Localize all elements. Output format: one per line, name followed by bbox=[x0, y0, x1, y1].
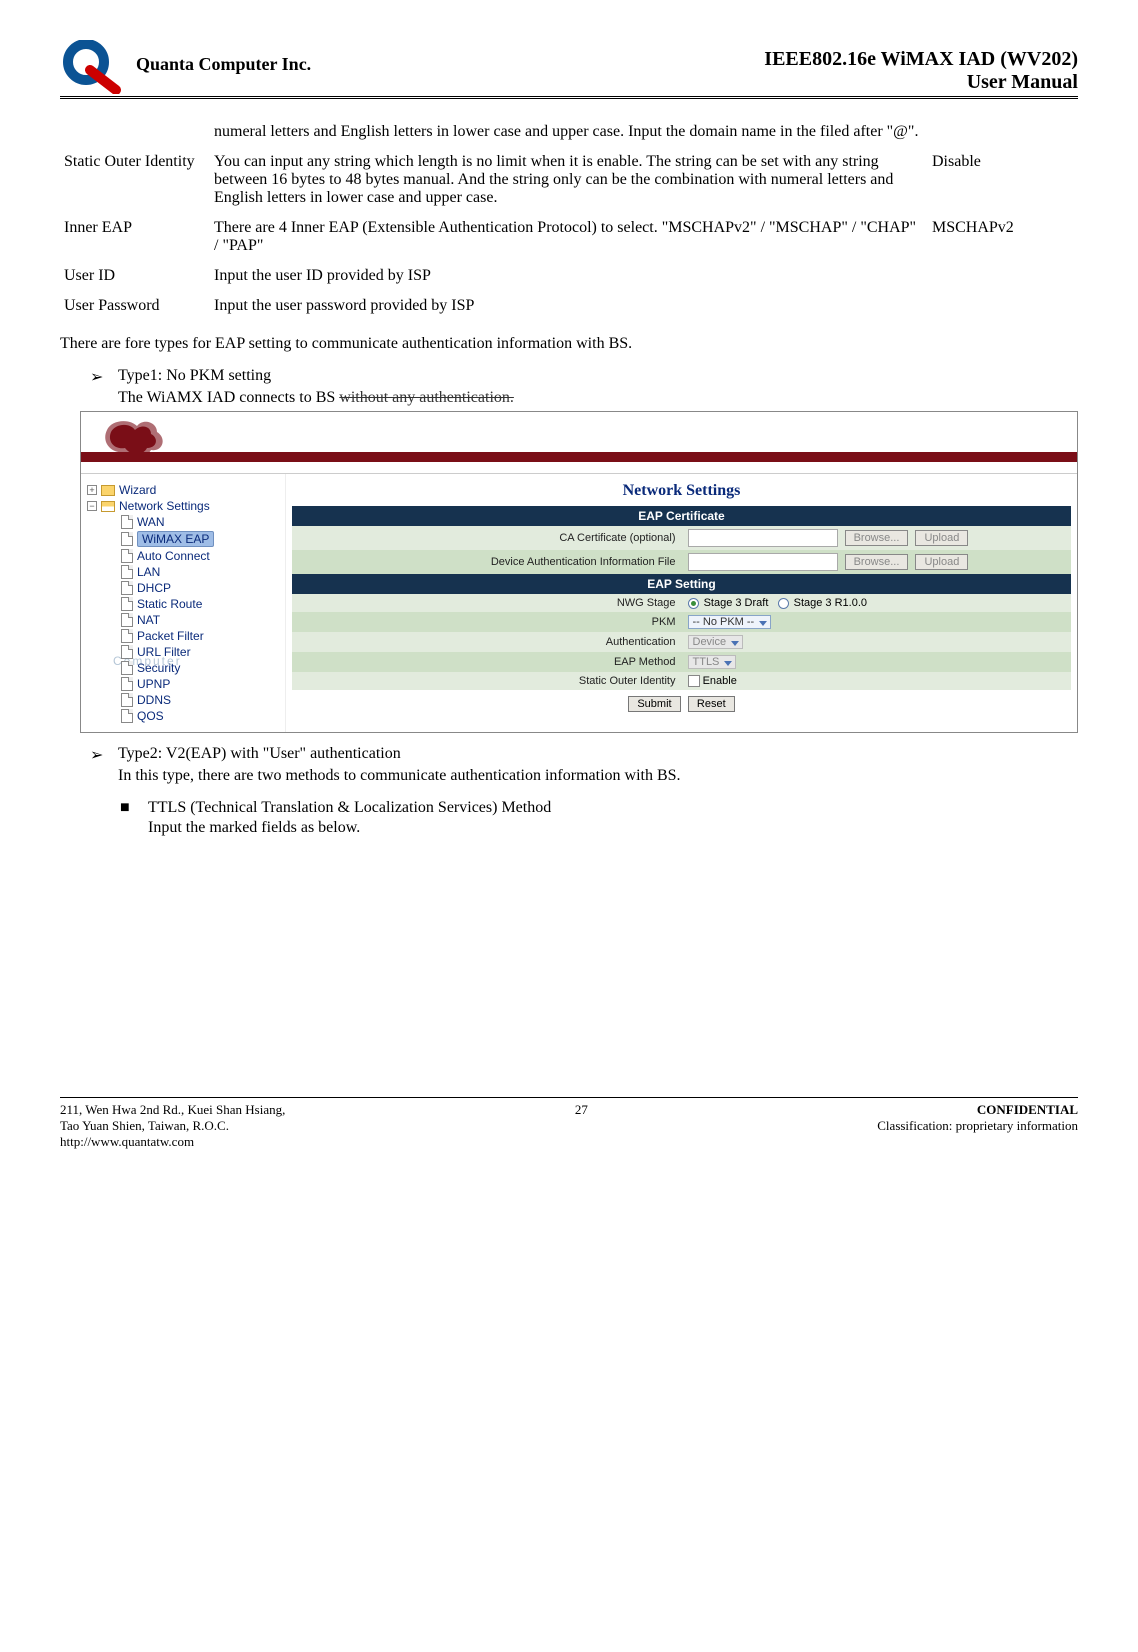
device-auth-input[interactable] bbox=[688, 553, 838, 571]
folder-open-icon bbox=[101, 501, 115, 512]
tree-item-wan[interactable]: WAN bbox=[137, 515, 165, 529]
page-icon bbox=[121, 565, 133, 579]
ca-cert-input[interactable] bbox=[688, 529, 838, 547]
tree-collapse-icon[interactable]: − bbox=[87, 501, 97, 511]
param-name: User ID bbox=[60, 261, 210, 291]
upload-button[interactable]: Upload bbox=[915, 554, 968, 570]
param-default: MSCHAPv2 bbox=[928, 213, 1078, 261]
square-bullet-icon: ■ bbox=[120, 799, 148, 817]
panel-title: Network Settings bbox=[292, 482, 1071, 500]
quanta-logo-icon bbox=[60, 40, 124, 94]
param-name: Static Outer Identity bbox=[60, 147, 210, 213]
tree-item-wimax-eap[interactable]: WiMAX EAP bbox=[137, 531, 214, 547]
field-label: Authentication bbox=[292, 632, 682, 652]
upload-button[interactable]: Upload bbox=[915, 530, 968, 546]
reset-button[interactable]: Reset bbox=[688, 696, 735, 712]
param-default: Disable bbox=[928, 147, 1078, 213]
bullet-icon: ➢ bbox=[90, 745, 118, 765]
field-label: CA Certificate (optional) bbox=[292, 526, 682, 550]
footer-address: 211, Wen Hwa 2nd Rd., Kuei Shan Hsiang, bbox=[60, 1102, 285, 1118]
paragraph: There are fore types for EAP setting to … bbox=[60, 335, 1078, 353]
param-name: Inner EAP bbox=[60, 213, 210, 261]
param-desc: There are 4 Inner EAP (Extensible Authen… bbox=[210, 213, 928, 261]
screenshot-panel: + Wizard − Network Settings WAN WiMAX EA… bbox=[80, 411, 1078, 733]
field-label: EAP Method bbox=[292, 652, 682, 672]
screenshot-header bbox=[81, 412, 1077, 474]
page-icon bbox=[121, 677, 133, 691]
bullet-icon: ➢ bbox=[90, 367, 118, 387]
doc-title-1: IEEE802.16e WiMAX IAD (WV202) bbox=[764, 48, 1078, 71]
doc-header: Quanta Computer Inc. IEEE802.16e WiMAX I… bbox=[60, 40, 1078, 99]
browse-button[interactable]: Browse... bbox=[845, 554, 909, 570]
eap-method-select[interactable]: TTLS bbox=[688, 655, 737, 669]
tree-item-auto-connect[interactable]: Auto Connect bbox=[137, 549, 210, 563]
footer-confidential: CONFIDENTIAL bbox=[877, 1102, 1078, 1118]
page-icon bbox=[121, 709, 133, 723]
doc-title-2: User Manual bbox=[764, 71, 1078, 94]
tree-expand-icon[interactable]: + bbox=[87, 485, 97, 495]
tree-item-packet-filter[interactable]: Packet Filter bbox=[137, 629, 204, 643]
tree-item-dhcp[interactable]: DHCP bbox=[137, 581, 171, 595]
radio-label: Stage 3 R1.0.0 bbox=[794, 597, 867, 609]
tree-item-network[interactable]: Network Settings bbox=[119, 499, 210, 513]
pkm-select[interactable]: -- No PKM -- bbox=[688, 615, 772, 629]
param-desc: Input the user password provided by ISP bbox=[210, 291, 928, 321]
page-icon bbox=[121, 629, 133, 643]
page-icon bbox=[121, 581, 133, 595]
footer-classification: Classification: proprietary information bbox=[877, 1118, 1078, 1134]
page-icon bbox=[121, 613, 133, 627]
body-line: Input the marked fields as below. bbox=[148, 819, 1078, 837]
param-desc: numeral letters and English letters in l… bbox=[210, 117, 928, 147]
static-outer-identity-checkbox[interactable] bbox=[688, 675, 700, 687]
tree-item-wizard[interactable]: Wizard bbox=[119, 483, 156, 497]
tree-item-lan[interactable]: LAN bbox=[137, 565, 160, 579]
field-label: NWG Stage bbox=[292, 594, 682, 612]
page-icon bbox=[121, 515, 133, 529]
browse-button[interactable]: Browse... bbox=[845, 530, 909, 546]
bullet-text: Type1: No PKM setting bbox=[118, 367, 271, 385]
param-desc: You can input any string which length is… bbox=[210, 147, 928, 213]
nwg-stage-radio-a[interactable] bbox=[688, 598, 699, 609]
param-desc: Input the user ID provided by ISP bbox=[210, 261, 928, 291]
section-header: EAP Setting bbox=[292, 574, 1071, 594]
bullet-text: Type2: V2(EAP) with "User" authenticatio… bbox=[118, 745, 401, 763]
page-number: 27 bbox=[285, 1102, 877, 1150]
tree-item-qos[interactable]: QOS bbox=[137, 709, 164, 723]
nwg-stage-radio-b[interactable] bbox=[778, 598, 789, 609]
tree-item-ddns[interactable]: DDNS bbox=[137, 693, 171, 707]
checkbox-label: Enable bbox=[703, 675, 737, 687]
auth-select[interactable]: Device bbox=[688, 635, 744, 649]
bullet-text: TTLS (Technical Translation & Localizati… bbox=[148, 799, 551, 817]
field-label: Static Outer Identity bbox=[292, 672, 682, 690]
page-icon bbox=[121, 661, 133, 675]
page-icon bbox=[121, 532, 133, 546]
parameter-table: numeral letters and English letters in l… bbox=[60, 117, 1078, 321]
body-line: In this type, there are two methods to c… bbox=[118, 767, 1078, 785]
radio-label: Stage 3 Draft bbox=[704, 597, 769, 609]
submit-button[interactable]: Submit bbox=[628, 696, 680, 712]
nav-tree: + Wizard − Network Settings WAN WiMAX EA… bbox=[81, 474, 286, 732]
company-name: Quanta Computer Inc. bbox=[136, 54, 311, 75]
page-icon bbox=[121, 549, 133, 563]
param-name: User Password bbox=[60, 291, 210, 321]
section-header: EAP Certificate bbox=[292, 506, 1071, 526]
field-label: PKM bbox=[292, 612, 682, 632]
page-icon bbox=[121, 693, 133, 707]
page-icon bbox=[121, 597, 133, 611]
tree-item-upnp[interactable]: UPNP bbox=[137, 677, 170, 691]
field-label: Device Authentication Information File bbox=[292, 550, 682, 574]
body-line: The WiAMX IAD connects to BS without any… bbox=[118, 389, 1078, 407]
tree-item-nat[interactable]: NAT bbox=[137, 613, 160, 627]
footer-url: http://www.quantatw.com bbox=[60, 1134, 285, 1150]
folder-icon bbox=[101, 485, 115, 496]
tree-item-static-route[interactable]: Static Route bbox=[137, 597, 202, 611]
page-footer: 211, Wen Hwa 2nd Rd., Kuei Shan Hsiang, … bbox=[60, 1097, 1078, 1150]
footer-address: Tao Yuan Shien, Taiwan, R.O.C. bbox=[60, 1118, 285, 1134]
